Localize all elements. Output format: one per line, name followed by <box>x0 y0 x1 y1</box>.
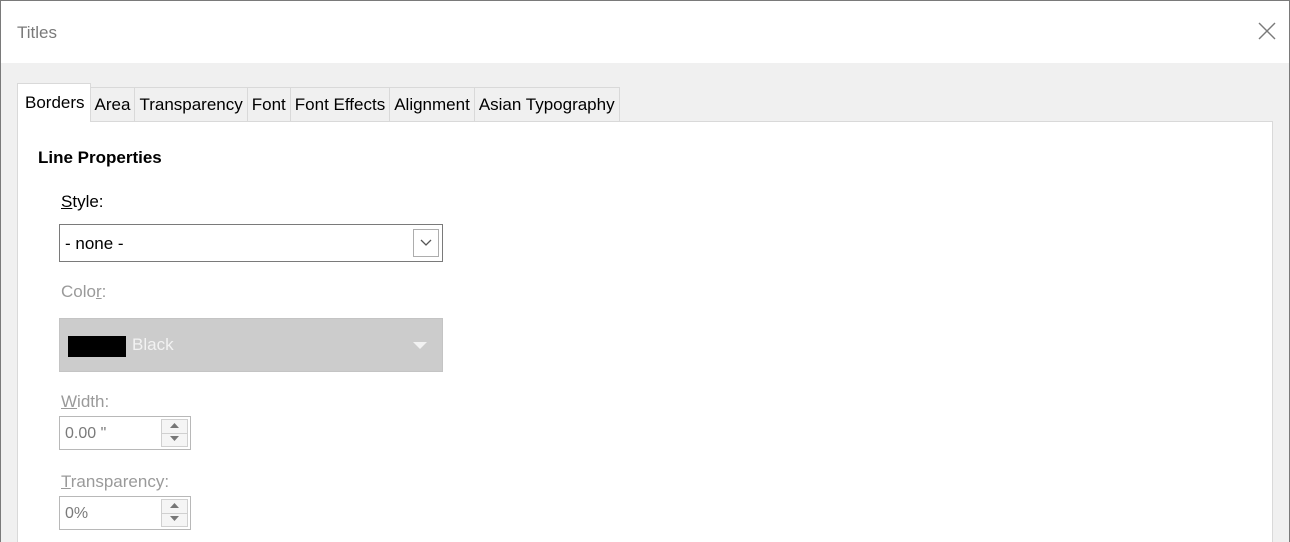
style-select-value: - none - <box>65 234 124 253</box>
triangle-down-icon <box>413 342 427 349</box>
style-label-text: tyle: <box>72 192 104 211</box>
color-label: Color: <box>61 282 106 302</box>
spin-down-icon <box>170 516 179 521</box>
transparency-value: 0% <box>65 505 89 522</box>
width-spin-buttons <box>161 419 188 447</box>
color-name: Black <box>132 335 174 354</box>
spin-down-icon <box>170 436 179 441</box>
spin-up-icon <box>170 423 179 428</box>
width-increase-button[interactable] <box>162 420 187 434</box>
transparency-label: Transparency: <box>61 472 169 492</box>
transparency-label-text: ransparency: <box>70 472 170 491</box>
color-swatch <box>68 336 126 357</box>
tab-area[interactable]: Area <box>89 87 136 122</box>
color-label-text: Colo <box>61 282 96 301</box>
style-label: Style: <box>61 192 104 212</box>
tab-borders[interactable]: Borders <box>17 83 91 122</box>
close-button[interactable] <box>1251 15 1283 47</box>
color-label-colon: : <box>101 282 107 301</box>
borders-tab-panel: Line Properties Style: - none - Color: B… <box>17 121 1273 542</box>
title-bar: Titles <box>1 1 1289 63</box>
transparency-spin-field[interactable]: 0% <box>59 496 191 530</box>
spin-up-icon <box>170 503 179 508</box>
color-dropdown-button[interactable]: Black <box>59 318 443 372</box>
tab-font-effects[interactable]: Font Effects <box>289 87 391 122</box>
tab-strip: Borders Area Transparency Font Font Effe… <box>17 83 620 122</box>
chevron-down-icon <box>420 239 432 246</box>
window-title: Titles <box>17 23 57 42</box>
tab-asian-typography[interactable]: Asian Typography <box>473 87 620 122</box>
transparency-increase-button[interactable] <box>162 500 187 514</box>
style-select[interactable]: - none - <box>59 224 443 262</box>
width-label-mnemonic: W <box>61 392 78 411</box>
tab-font[interactable]: Font <box>246 87 291 122</box>
style-label-mnemonic: S <box>61 192 73 211</box>
width-label: Width: <box>61 392 109 412</box>
width-spin-field[interactable]: 0.00 " <box>59 416 191 450</box>
width-value: 0.00 " <box>65 425 107 442</box>
section-heading: Line Properties <box>38 148 162 167</box>
tab-alignment[interactable]: Alignment <box>389 87 475 122</box>
style-dropdown-button[interactable] <box>413 229 439 257</box>
width-decrease-button[interactable] <box>162 433 187 446</box>
close-icon <box>1258 22 1276 40</box>
transparency-spin-buttons <box>161 499 188 527</box>
width-label-text: idth: <box>77 392 110 411</box>
tab-transparency[interactable]: Transparency <box>134 87 248 122</box>
transparency-label-mnemonic: T <box>61 472 71 491</box>
transparency-decrease-button[interactable] <box>162 513 187 526</box>
dialog-window: Titles Borders Area Transparency Font Fo… <box>0 0 1290 542</box>
